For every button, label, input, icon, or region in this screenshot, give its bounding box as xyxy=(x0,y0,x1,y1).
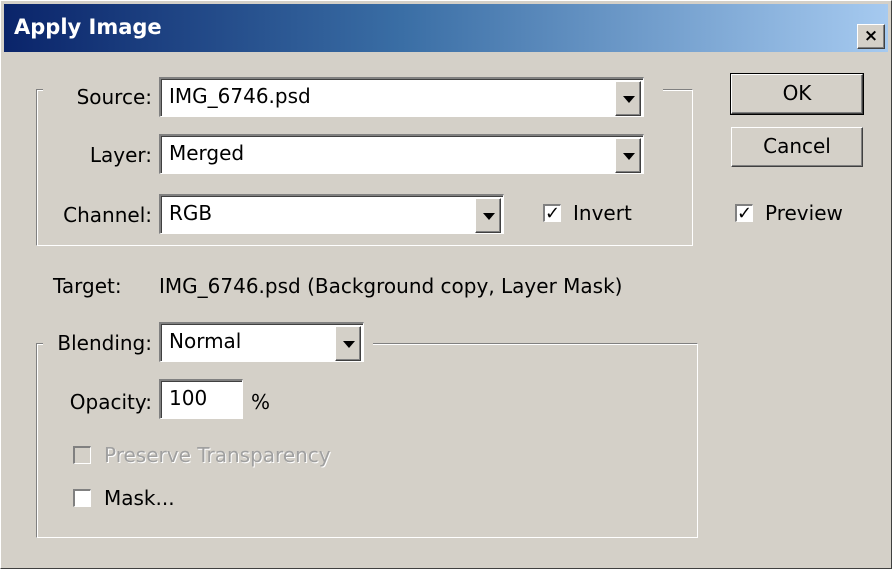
dropdown-arrow-icon xyxy=(623,95,635,103)
mask-label[interactable]: Mask... xyxy=(104,486,175,510)
opacity-unit: % xyxy=(251,390,271,414)
layer-label: Layer: xyxy=(89,143,152,167)
opacity-input[interactable]: 100 xyxy=(159,379,243,419)
channel-value: RGB xyxy=(169,201,213,225)
invert-checkbox[interactable]: ✓ xyxy=(543,203,561,224)
check-icon: ✓ xyxy=(737,203,753,224)
invert-label[interactable]: Invert xyxy=(573,201,632,225)
cancel-button[interactable]: Cancel xyxy=(731,127,863,167)
source-dropdown-button[interactable] xyxy=(615,81,641,116)
blending-dropdown-button[interactable] xyxy=(335,326,361,361)
target-value: IMG_6746.psd (Background copy, Layer Mas… xyxy=(159,274,623,298)
ok-button-label: OK xyxy=(782,81,812,105)
check-icon: ✓ xyxy=(545,203,561,224)
apply-image-dialog: Apply Image × Source: IMG_6746.psd Layer… xyxy=(0,0,892,569)
preserve-transparency-checkbox xyxy=(73,446,91,464)
dropdown-arrow-icon xyxy=(483,212,495,220)
dropdown-arrow-icon xyxy=(623,152,635,160)
source-label: Source: xyxy=(76,85,152,109)
preview-checkbox[interactable]: ✓ xyxy=(735,203,753,224)
close-button[interactable]: × xyxy=(857,24,885,49)
dropdown-arrow-icon xyxy=(343,340,355,348)
layer-dropdown[interactable]: Merged xyxy=(159,134,644,174)
target-label: Target: xyxy=(53,274,122,298)
channel-label: Channel: xyxy=(63,203,152,227)
layer-value: Merged xyxy=(169,141,245,165)
layer-dropdown-button[interactable] xyxy=(615,138,641,173)
mask-checkbox[interactable] xyxy=(73,489,91,507)
close-icon: × xyxy=(863,26,879,46)
blending-label: Blending: xyxy=(57,331,152,355)
blending-dropdown[interactable]: Normal xyxy=(159,322,364,362)
blending-value: Normal xyxy=(169,329,242,353)
source-value: IMG_6746.psd xyxy=(169,84,311,108)
dialog-title: Apply Image xyxy=(14,15,162,39)
opacity-label: Opacity: xyxy=(69,390,152,414)
cancel-button-label: Cancel xyxy=(763,134,831,158)
channel-dropdown-button[interactable] xyxy=(475,198,501,233)
preview-label[interactable]: Preview xyxy=(765,201,843,225)
channel-dropdown[interactable]: RGB xyxy=(159,194,504,234)
opacity-value: 100 xyxy=(169,386,208,410)
preserve-transparency-label: Preserve Transparency xyxy=(104,443,331,467)
source-dropdown[interactable]: IMG_6746.psd xyxy=(159,77,644,117)
ok-button[interactable]: OK xyxy=(730,73,864,115)
title-bar[interactable]: Apply Image × xyxy=(4,4,888,52)
